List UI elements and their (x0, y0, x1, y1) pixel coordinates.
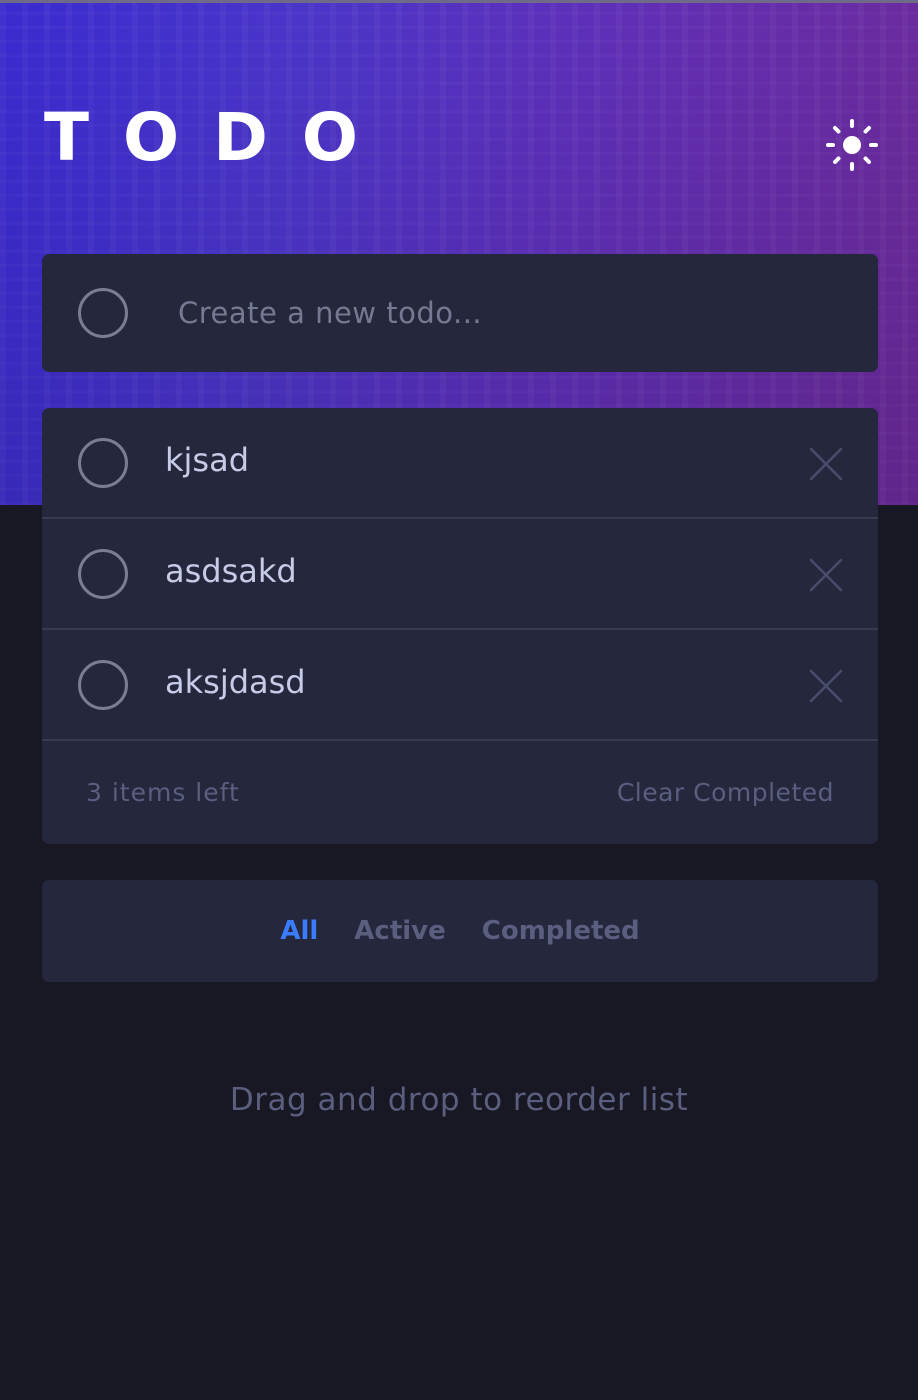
filter-completed-button[interactable]: Completed (482, 916, 640, 946)
todo-text: kjsad (165, 441, 250, 479)
delete-todo-button[interactable] (808, 668, 844, 704)
app-page: TODO kjsad (0, 0, 918, 1400)
create-todo-card (42, 254, 878, 372)
delete-todo-button[interactable] (808, 446, 844, 482)
filter-active-button[interactable]: Active (354, 916, 445, 946)
todo-text: aksjdasd (165, 663, 306, 701)
filter-all-button[interactable]: All (280, 916, 318, 946)
reorder-hint: Drag and drop to reorder list (229, 1082, 689, 1118)
todo-item[interactable]: kjsad (42, 408, 878, 519)
close-icon (809, 447, 843, 481)
close-icon (809, 669, 843, 703)
theme-toggle-button[interactable] (824, 118, 880, 172)
app-title: TODO (44, 99, 393, 176)
todo-text: asdsakd (165, 552, 297, 590)
todo-checkbox[interactable] (78, 660, 128, 710)
create-todo-input[interactable] (178, 282, 838, 344)
sun-icon (826, 119, 878, 171)
todo-item[interactable]: aksjdasd (42, 630, 878, 741)
close-icon (809, 558, 843, 592)
create-todo-checkbox[interactable] (78, 288, 128, 338)
todo-checkbox[interactable] (78, 549, 128, 599)
delete-todo-button[interactable] (808, 557, 844, 593)
list-footer: 3 items left Clear Completed (42, 742, 878, 844)
todo-checkbox[interactable] (78, 438, 128, 488)
todo-list: kjsad asdsakd aksjdasd 3 items left Clea… (42, 408, 878, 844)
filter-bar: All Active Completed (42, 880, 878, 982)
todo-item[interactable]: asdsakd (42, 519, 878, 630)
items-left-count: 3 items left (86, 778, 240, 807)
clear-completed-button[interactable]: Clear Completed (617, 778, 834, 807)
